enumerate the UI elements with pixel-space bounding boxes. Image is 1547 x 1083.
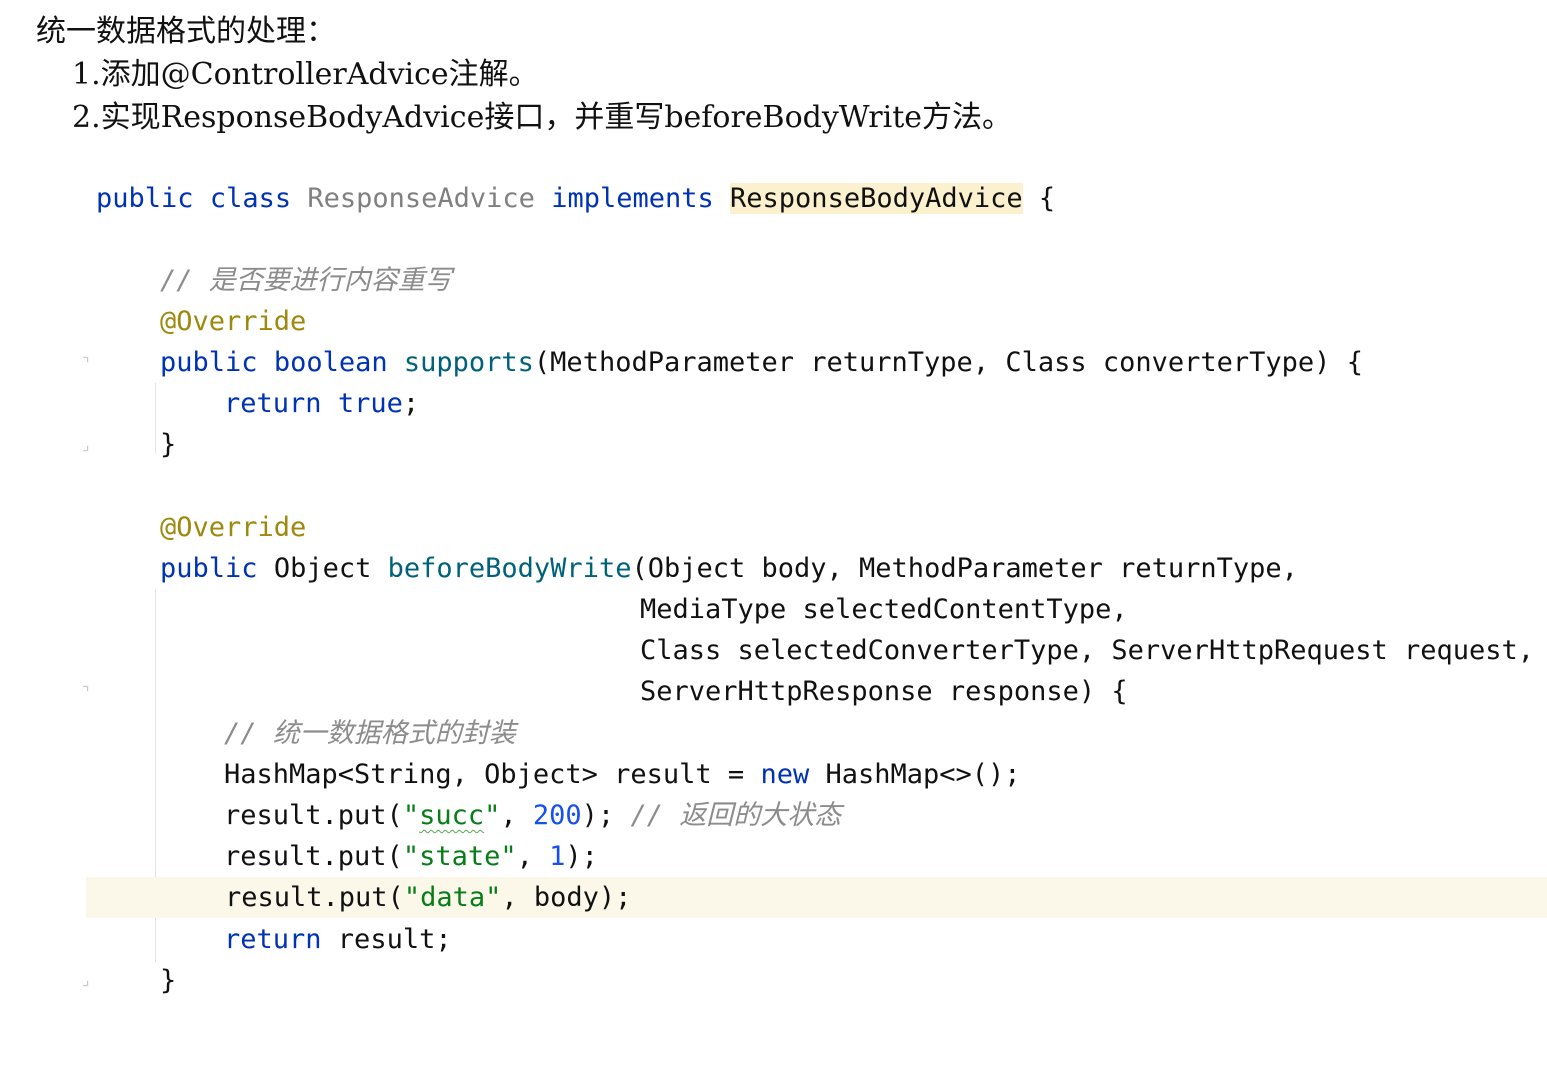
before-body-write-params-4: ServerHttpResponse response) { [640,676,1128,707]
code-line-annotation-2[interactable]: @Override [0,507,1547,548]
keyword-true: true [337,388,403,419]
comment: // 统一数据格式的封装 [224,718,516,749]
code-line-put-data[interactable]: result.put("data", body); [86,877,1547,918]
comment: // 是否要进行内容重写 [160,265,452,296]
code-line-return-result[interactable]: return result; [0,919,1547,960]
comma: , [516,841,550,872]
code-line-comment-2[interactable]: // 统一数据格式的封装 [0,713,1547,754]
put-close: , body); [501,882,632,913]
interface-name: ResponseBodyAdvice [730,183,1023,214]
code-editor[interactable]: ⌝ ⌟ ⌝ ⌟ public class ResponseAdvice impl… [0,156,1547,1007]
code-line-put-succ[interactable]: result.put("succ", 200); // 返回的大状态 [0,795,1547,836]
keyword-boolean: boolean [273,347,388,378]
semicolon: ; [402,388,420,419]
return-value: result; [321,924,452,955]
code-line-before-body-write-signature[interactable]: public Object beforeBodyWrite(Object bod… [0,548,1547,589]
string-quote: " [402,800,420,831]
annotation-override: @Override [160,512,307,543]
method-name-before-body-write: beforeBodyWrite [387,553,632,584]
return-type: Object [273,553,372,584]
keyword-new: new [760,759,810,790]
number-200: 200 [532,800,582,831]
keyword-return: return [224,388,322,419]
number-1: 1 [549,841,566,872]
code-line-params-4[interactable]: ServerHttpResponse response) { [0,671,1547,712]
map-decl-end: HashMap<>(); [809,759,1021,790]
code-line-params-2[interactable]: MediaType selectedContentType, [0,589,1547,630]
open-brace: { [1022,183,1056,214]
keyword-return: return [224,924,322,955]
method-name-supports: supports [403,347,534,378]
code-line-annotation-1[interactable]: @Override [0,301,1547,342]
code-line-params-3[interactable]: Class selectedConverterType, ServerHttpR… [0,630,1547,671]
map-decl-start: HashMap<String, Object> result = [224,759,761,790]
string-key-data: "data" [403,882,502,913]
put-close: ); [565,841,598,872]
string-key-state: "state" [402,841,517,872]
code-line-comment-1[interactable]: // 是否要进行内容重写 [0,260,1547,301]
put-call: result.put( [224,841,403,872]
before-body-write-params-3: Class selectedConverterType, ServerHttpR… [640,635,1535,666]
string-quote: " [484,800,501,831]
code-line-close-brace-1[interactable]: } [0,424,1547,465]
keyword-public: public [160,553,258,584]
keyword-implements: implements [551,183,714,214]
annotation-override: @Override [160,306,307,337]
supports-params: (MethodParameter returnType, Class conve… [533,347,1363,378]
put-close: ); [581,800,631,831]
code-line-return-true[interactable]: return true; [0,383,1547,424]
code-line-supports-signature[interactable]: public boolean supports(MethodParameter … [0,342,1547,383]
keyword-class: class [209,183,292,214]
keyword-public: public [160,347,258,378]
put-call: result.put( [224,800,403,831]
code-line-put-state[interactable]: result.put("state", 1); [0,836,1547,877]
close-brace: } [160,965,177,996]
comma: , [500,800,533,831]
code-line-close-brace-2[interactable]: } [0,960,1547,1001]
notes-heading: 统一数据格式的处理： [36,14,336,49]
code-line-class-decl[interactable]: public class ResponseAdvice implements R… [0,178,1547,219]
before-body-write-params-1: (Object body, MethodParameter returnType… [631,553,1298,584]
before-body-write-params-2: MediaType selectedContentType, [640,594,1128,625]
notes-step-1: 1.添加@ControllerAdvice注解。 [72,57,539,92]
close-brace: } [160,429,177,460]
comment: // 返回的大状态 [630,800,842,831]
put-call: result.put( [225,882,404,913]
class-name: ResponseAdvice [307,183,535,214]
keyword-public: public [96,183,194,214]
notes-step-2: 2.实现ResponseBodyAdvice接口，并重写beforeBodyWr… [72,100,1013,135]
string-key-succ: succ [419,800,485,831]
code-line-map-declaration[interactable]: HashMap<String, Object> result = new Has… [0,754,1547,795]
